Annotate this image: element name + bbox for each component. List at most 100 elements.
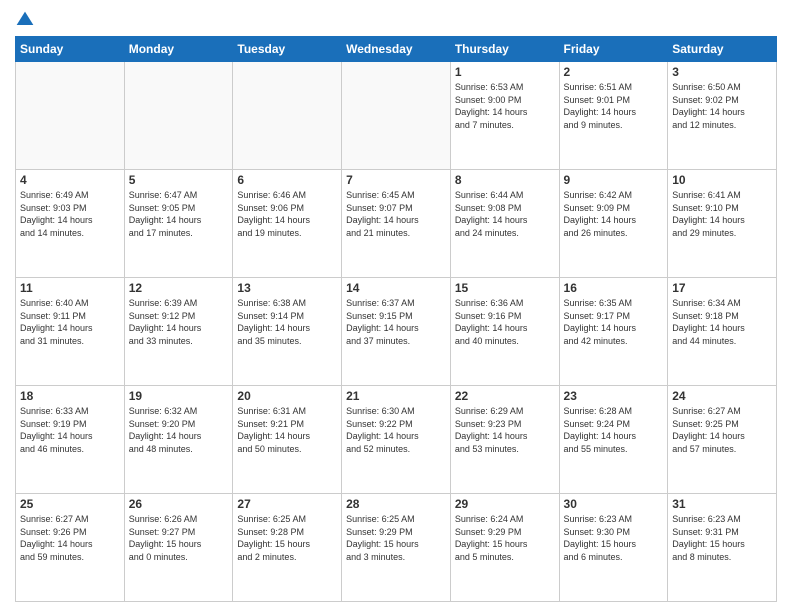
day-info: Sunrise: 6:34 AM Sunset: 9:18 PM Dayligh… [672,297,772,347]
day-number: 18 [20,389,120,403]
col-header-thursday: Thursday [450,37,559,62]
day-cell: 15 Sunrise: 6:36 AM Sunset: 9:16 PM Dayli… [450,278,559,386]
day-cell: 29Sunrise: 6:24 AM Sunset: 9:29 PM Dayli… [450,494,559,602]
day-info: Sunrise: 6:38 AM Sunset: 9:14 PM Dayligh… [237,297,337,347]
day-number: 3 [672,65,772,79]
day-info: Sunrise: 6:26 AM Sunset: 9:27 PM Dayligh… [129,513,229,563]
day-number: 25 [20,497,120,511]
day-number: 26 [129,497,229,511]
day-cell: 12 Sunrise: 6:39 AM Sunset: 9:12 PM Dayli… [124,278,233,386]
col-header-wednesday: Wednesday [342,37,451,62]
day-cell: 14Sunrise: 6:37 AM Sunset: 9:15 PM Dayli… [342,278,451,386]
day-cell: 8 Sunrise: 6:44 AM Sunset: 9:08 PM Daylig… [450,170,559,278]
page: SundayMondayTuesdayWednesdayThursdayFrid… [0,0,792,612]
day-cell: 17 Sunrise: 6:34 AM Sunset: 9:18 PM Dayli… [668,278,777,386]
day-cell: 26 Sunrise: 6:26 AM Sunset: 9:27 PM Dayli… [124,494,233,602]
col-header-saturday: Saturday [668,37,777,62]
day-info: Sunrise: 6:23 AM Sunset: 9:31 PM Dayligh… [672,513,772,563]
day-cell: 1 Sunrise: 6:53 AM Sunset: 9:00 PM Daylig… [450,62,559,170]
day-number: 24 [672,389,772,403]
day-cell: 25 Sunrise: 6:27 AM Sunset: 9:26 PM Dayli… [16,494,125,602]
day-number: 29 [455,497,555,511]
day-info: Sunrise: 6:32 AM Sunset: 9:20 PM Dayligh… [129,405,229,455]
day-info: Sunrise: 6:47 AM Sunset: 9:05 PM Dayligh… [129,189,229,239]
day-number: 23 [564,389,664,403]
col-header-tuesday: Tuesday [233,37,342,62]
day-number: 9 [564,173,664,187]
logo [15,10,39,30]
day-number: 12 [129,281,229,295]
day-info: Sunrise: 6:25 AM Sunset: 9:28 PM Dayligh… [237,513,337,563]
day-cell: 18Sunrise: 6:33 AM Sunset: 9:19 PM Dayli… [16,386,125,494]
day-cell: 28 Sunrise: 6:25 AM Sunset: 9:29 PM Dayli… [342,494,451,602]
day-cell [16,62,125,170]
day-info: Sunrise: 6:25 AM Sunset: 9:29 PM Dayligh… [346,513,446,563]
col-header-sunday: Sunday [16,37,125,62]
day-cell: 21 Sunrise: 6:30 AM Sunset: 9:22 PM Dayli… [342,386,451,494]
day-cell: 23 Sunrise: 6:28 AM Sunset: 9:24 PM Dayli… [559,386,668,494]
day-cell: 11 Sunrise: 6:40 AM Sunset: 9:11 PM Dayli… [16,278,125,386]
day-cell: 2 Sunrise: 6:51 AM Sunset: 9:01 PM Daylig… [559,62,668,170]
calendar: SundayMondayTuesdayWednesdayThursdayFrid… [15,36,777,602]
day-number: 14 [346,281,446,295]
day-info: Sunrise: 6:35 AM Sunset: 9:17 PM Dayligh… [564,297,664,347]
header [15,10,777,30]
day-number: 11 [20,281,120,295]
day-number: 13 [237,281,337,295]
day-cell: 22Sunrise: 6:29 AM Sunset: 9:23 PM Dayli… [450,386,559,494]
day-info: Sunrise: 6:36 AM Sunset: 9:16 PM Dayligh… [455,297,555,347]
day-number: 21 [346,389,446,403]
day-info: Sunrise: 6:51 AM Sunset: 9:01 PM Dayligh… [564,81,664,131]
day-info: Sunrise: 6:46 AM Sunset: 9:06 PM Dayligh… [237,189,337,239]
day-info: Sunrise: 6:40 AM Sunset: 9:11 PM Dayligh… [20,297,120,347]
day-info: Sunrise: 6:27 AM Sunset: 9:25 PM Dayligh… [672,405,772,455]
day-info: Sunrise: 6:39 AM Sunset: 9:12 PM Dayligh… [129,297,229,347]
day-info: Sunrise: 6:44 AM Sunset: 9:08 PM Dayligh… [455,189,555,239]
day-cell: 10Sunrise: 6:41 AM Sunset: 9:10 PM Dayli… [668,170,777,278]
day-number: 17 [672,281,772,295]
col-header-friday: Friday [559,37,668,62]
week-row-5: 25 Sunrise: 6:27 AM Sunset: 9:26 PM Dayli… [16,494,777,602]
day-info: Sunrise: 6:49 AM Sunset: 9:03 PM Dayligh… [20,189,120,239]
day-number: 1 [455,65,555,79]
day-number: 8 [455,173,555,187]
day-info: Sunrise: 6:53 AM Sunset: 9:00 PM Dayligh… [455,81,555,131]
day-cell: 24 Sunrise: 6:27 AM Sunset: 9:25 PM Dayli… [668,386,777,494]
day-number: 10 [672,173,772,187]
day-number: 27 [237,497,337,511]
day-number: 31 [672,497,772,511]
week-row-1: 1 Sunrise: 6:53 AM Sunset: 9:00 PM Daylig… [16,62,777,170]
day-number: 6 [237,173,337,187]
day-cell [124,62,233,170]
week-row-3: 11 Sunrise: 6:40 AM Sunset: 9:11 PM Dayli… [16,278,777,386]
day-cell: 7Sunrise: 6:45 AM Sunset: 9:07 PM Daylig… [342,170,451,278]
day-cell: 13 Sunrise: 6:38 AM Sunset: 9:14 PM Dayli… [233,278,342,386]
day-cell: 20Sunrise: 6:31 AM Sunset: 9:21 PM Dayli… [233,386,342,494]
day-number: 2 [564,65,664,79]
calendar-header-row: SundayMondayTuesdayWednesdayThursdayFrid… [16,37,777,62]
day-cell: 6 Sunrise: 6:46 AM Sunset: 9:06 PM Daylig… [233,170,342,278]
day-info: Sunrise: 6:42 AM Sunset: 9:09 PM Dayligh… [564,189,664,239]
day-number: 22 [455,389,555,403]
day-info: Sunrise: 6:28 AM Sunset: 9:24 PM Dayligh… [564,405,664,455]
week-row-2: 4 Sunrise: 6:49 AM Sunset: 9:03 PM Daylig… [16,170,777,278]
day-cell [233,62,342,170]
day-number: 5 [129,173,229,187]
day-cell: 9 Sunrise: 6:42 AM Sunset: 9:09 PM Daylig… [559,170,668,278]
day-number: 28 [346,497,446,511]
day-info: Sunrise: 6:50 AM Sunset: 9:02 PM Dayligh… [672,81,772,131]
day-number: 15 [455,281,555,295]
day-cell: 5 Sunrise: 6:47 AM Sunset: 9:05 PM Daylig… [124,170,233,278]
day-cell: 3 Sunrise: 6:50 AM Sunset: 9:02 PM Daylig… [668,62,777,170]
day-number: 4 [20,173,120,187]
day-info: Sunrise: 6:27 AM Sunset: 9:26 PM Dayligh… [20,513,120,563]
day-cell: 16 Sunrise: 6:35 AM Sunset: 9:17 PM Dayli… [559,278,668,386]
logo-icon [15,10,35,30]
day-info: Sunrise: 6:30 AM Sunset: 9:22 PM Dayligh… [346,405,446,455]
day-info: Sunrise: 6:45 AM Sunset: 9:07 PM Dayligh… [346,189,446,239]
day-info: Sunrise: 6:23 AM Sunset: 9:30 PM Dayligh… [564,513,664,563]
day-number: 19 [129,389,229,403]
day-cell [342,62,451,170]
day-number: 16 [564,281,664,295]
day-cell: 27 Sunrise: 6:25 AM Sunset: 9:28 PM Dayli… [233,494,342,602]
